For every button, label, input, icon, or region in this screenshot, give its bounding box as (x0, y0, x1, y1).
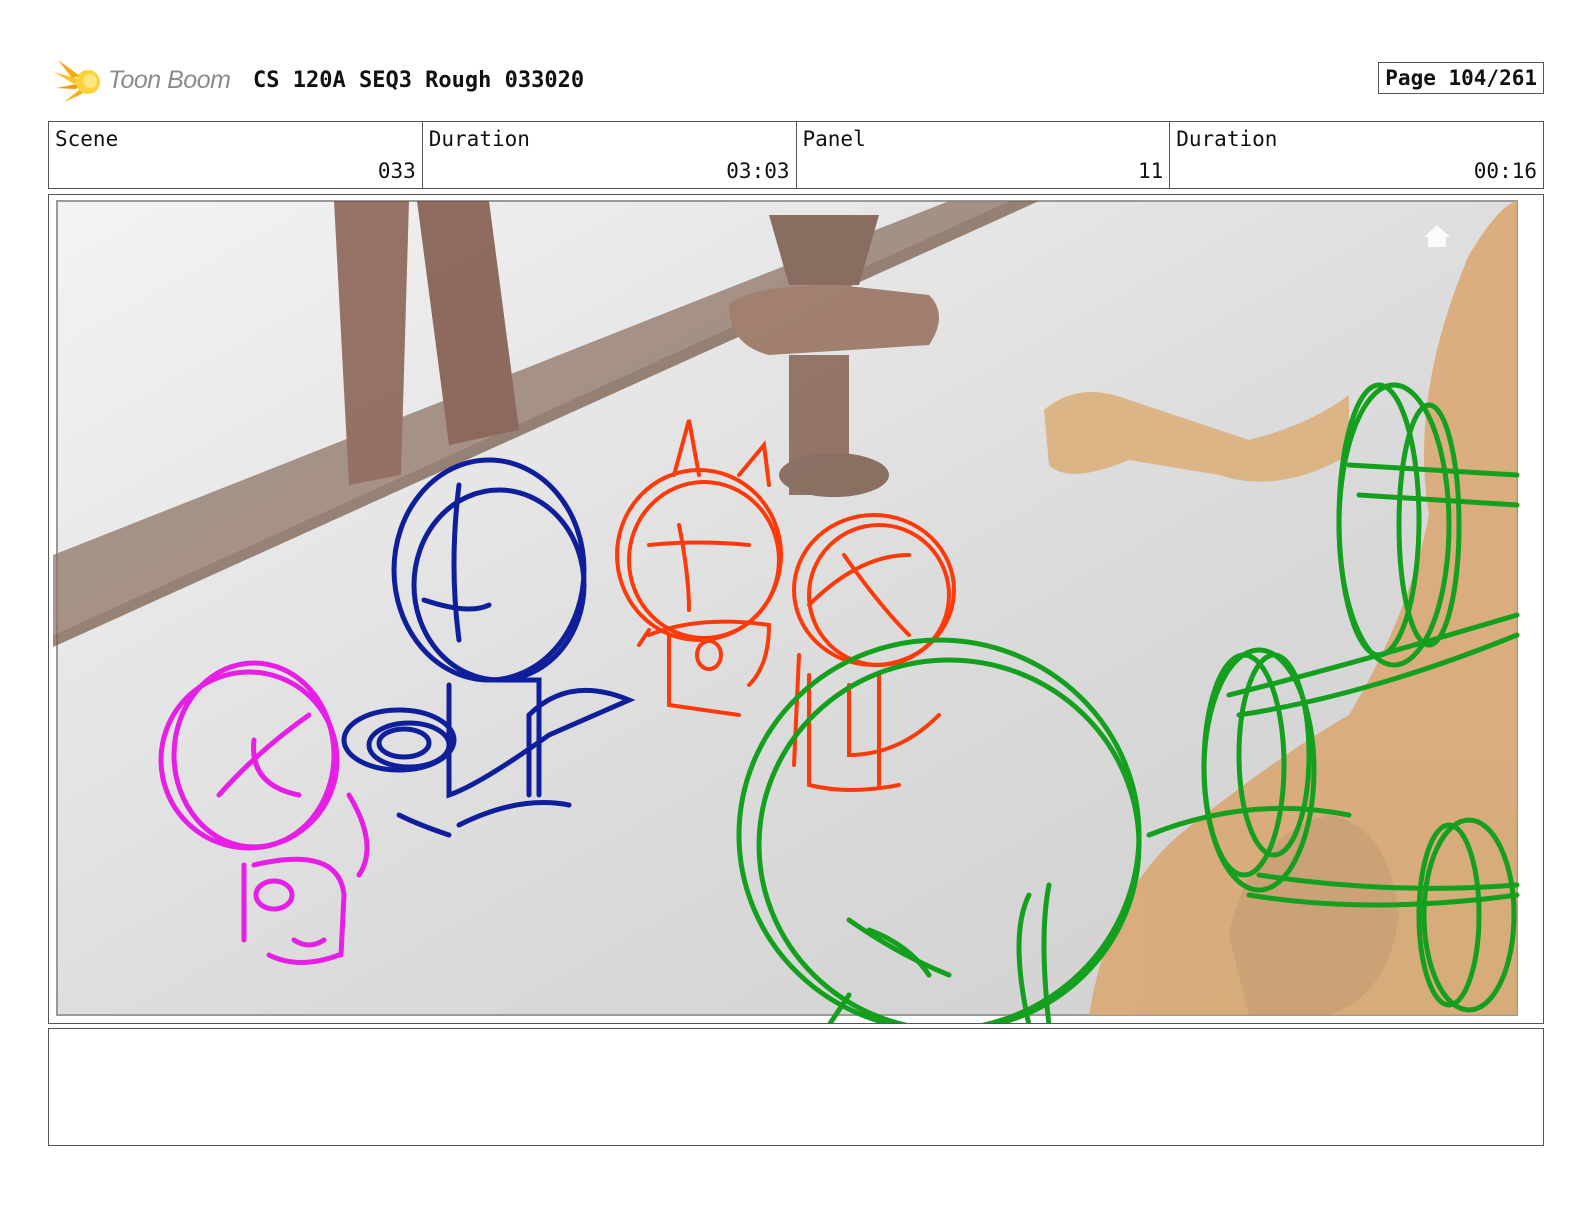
document-title: CS 120A SEQ3 Rough 033020 (253, 68, 585, 93)
scene-value: 033 (377, 159, 416, 183)
scene-label: Scene (55, 127, 119, 151)
panel-value: 11 (1137, 159, 1164, 183)
storyboard-panel (48, 194, 1544, 1024)
page-counter: Page 104/261 (1378, 62, 1544, 94)
scene-duration-label: Duration (428, 127, 530, 151)
panel-duration-label: Duration (1176, 127, 1278, 151)
panel-artwork (53, 200, 1520, 1023)
star-burst-icon (54, 60, 100, 102)
panel-duration-value: 00:16 (1473, 159, 1537, 183)
panel-duration-cell: Duration 00:16 (1170, 122, 1543, 188)
toon-boom-logo: Toon Boom (52, 56, 242, 106)
logo-wordmark: Toon Boom (108, 66, 231, 94)
scene-cell: Scene 033 (49, 122, 423, 188)
scene-info-table: Scene 033 Duration 03:03 Panel 11 Durati… (48, 121, 1544, 189)
panel-label: Panel (802, 127, 866, 151)
scene-duration-cell: Duration 03:03 (423, 122, 797, 188)
scene-duration-value: 03:03 (726, 159, 790, 183)
panel-notes-text (49, 1029, 1543, 1045)
panel-cell: Panel 11 (797, 122, 1171, 188)
page-header: Toon Boom CS 120A SEQ3 Rough 033020 Page… (48, 54, 1544, 108)
panel-notes-box (48, 1028, 1544, 1146)
